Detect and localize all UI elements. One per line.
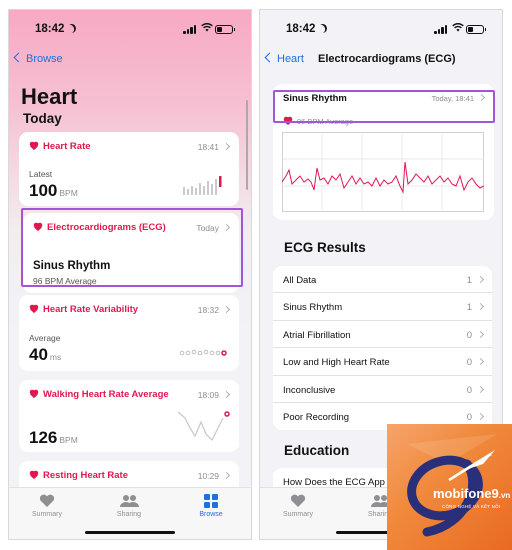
back-button-browse[interactable]: Browse (13, 52, 63, 65)
heart-rate-sparkline (183, 176, 222, 195)
card-time: 18:41 (198, 142, 231, 152)
walking-sparkline (177, 411, 230, 442)
list-item[interactable]: Sinus Rhythm 1 (273, 293, 492, 321)
ecg-waveform-graph (282, 132, 484, 212)
chevron-right-icon (476, 275, 485, 284)
hrv-card[interactable]: Heart Rate Variability 18:32 Average 40 m… (19, 295, 239, 371)
watermark-brand: mobifone9.vn (433, 486, 511, 501)
people-icon (120, 495, 139, 507)
list-item-label: Sinus Rhythm (283, 302, 343, 314)
tab-label: Summary (32, 511, 62, 518)
card-title: Walking Heart Rate Average (29, 389, 169, 400)
section-title-ecg-results: ECG Results (284, 240, 366, 255)
mobifone9-watermark: mobifone9.vn CÔNG NGHỆ VÀ KẾT NỐI (387, 424, 512, 550)
cellular-signal-icon (183, 25, 197, 34)
list-item-count: 1 (466, 302, 472, 314)
card-title: Heart Rate Variability (29, 304, 138, 315)
list-item-count: 1 (466, 275, 472, 286)
list-item-label: Poor Recording (283, 411, 350, 423)
chevron-right-icon (222, 471, 231, 480)
list-item[interactable]: All Data 1 (273, 266, 492, 294)
section-title-today: Today (23, 111, 62, 126)
tab-summary[interactable]: Summary (17, 494, 77, 518)
moon-icon (66, 23, 78, 35)
chevron-right-icon (222, 305, 231, 314)
average-caption: Average (29, 333, 61, 343)
cellular-signal-icon (434, 25, 448, 34)
list-item-label: All Data (283, 275, 317, 286)
heart-icon (29, 390, 38, 398)
hrv-value: 40 ms (29, 345, 62, 364)
chevron-right-icon (476, 358, 485, 366)
tab-sharing[interactable]: Sharing (99, 494, 159, 518)
back-label: Heart (277, 53, 304, 65)
card-title: Resting Heart Rate (29, 470, 128, 481)
list-item-count: 0 (466, 384, 472, 396)
grid-icon (204, 494, 218, 508)
chevron-right-icon (222, 390, 231, 399)
card-time: 18:32 (198, 305, 231, 315)
list-item[interactable]: Atrial Fibrillation 0 (273, 321, 492, 349)
chevron-right-icon (476, 303, 485, 311)
moon-icon (317, 23, 329, 35)
battery-icon (215, 25, 235, 34)
walking-heart-rate-card[interactable]: Walking Heart Rate Average 18:09 126 BPM (19, 380, 239, 452)
tab-label: Summary (283, 511, 313, 518)
hrv-sparkline (179, 349, 227, 356)
list-item-label: Low and High Heart Rate (283, 357, 390, 369)
list-item[interactable]: Inconclusive 0 (273, 376, 492, 403)
card-title: Heart Rate (29, 141, 91, 152)
ecg-results-list: All Data 1 Sinus Rhythm 1 Atrial Fibrillat… (273, 266, 492, 431)
status-time: 18:42 (35, 23, 76, 35)
heart-icon (39, 494, 55, 507)
page-title: Heart (21, 84, 78, 109)
list-item-count: 0 (466, 357, 472, 369)
status-bar: 18:42 (9, 22, 251, 38)
latest-caption: Latest (29, 169, 53, 179)
chevron-right-icon (476, 330, 485, 338)
tab-label: Sharing (116, 511, 142, 518)
card-time: 18:09 (198, 390, 231, 400)
list-item-count: 0 (466, 329, 472, 341)
chevron-left-icon (13, 52, 24, 63)
home-indicator[interactable] (85, 531, 175, 534)
list-item-label: Atrial Fibrillation (283, 329, 351, 341)
heart-icon (29, 305, 38, 313)
tab-summary[interactable]: Summary (268, 494, 328, 518)
back-label: Browse (26, 53, 63, 65)
list-item[interactable]: Low and High Heart Rate 0 (273, 348, 492, 376)
wifi-icon (201, 23, 213, 35)
heart-icon (29, 471, 38, 479)
list-item-count: 0 (466, 411, 472, 423)
tab-label: Browse (199, 511, 223, 518)
chevron-left-icon (264, 52, 275, 63)
scroll-indicator[interactable] (245, 100, 248, 190)
heart-rate-card[interactable]: Heart Rate 18:41 Latest 100 BPM (19, 132, 239, 206)
watermark-tagline: CÔNG NGHỆ VÀ KẾT NỐI (442, 504, 501, 509)
heart-icon (29, 142, 38, 150)
heart-icon (290, 494, 306, 507)
tab-bar: Summary Sharing Browse (9, 487, 251, 539)
chevron-right-icon (476, 412, 485, 420)
battery-icon (466, 25, 486, 34)
heart-rate-value: 100 BPM (29, 181, 78, 200)
status-bar: 18:42 (260, 22, 502, 38)
chevron-right-icon (476, 385, 485, 393)
wifi-icon (452, 23, 464, 35)
heart-browse-screen: 18:42 Browse Heart Today Heart Rate 18:4… (8, 9, 252, 540)
back-button-heart[interactable]: Heart (264, 52, 304, 65)
nav-title: Electrocardiograms (ECG) (318, 53, 456, 65)
walking-value: 126 BPM (29, 428, 78, 447)
ecg-card-highlight (21, 208, 243, 287)
list-item-label: Inconclusive (283, 384, 336, 396)
chevron-right-icon (222, 142, 231, 151)
status-time: 18:42 (286, 23, 327, 35)
card-time: 10:29 (198, 471, 231, 481)
section-title-education: Education (284, 443, 350, 458)
ecg-record-highlight (273, 90, 495, 123)
tab-browse[interactable]: Browse (181, 494, 241, 518)
